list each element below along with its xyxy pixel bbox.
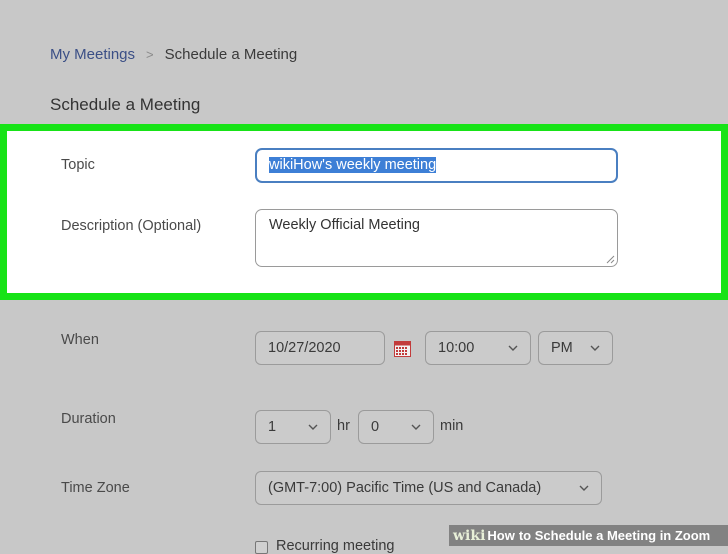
breadcrumb-separator: > [146, 47, 154, 62]
chevron-down-icon [508, 345, 518, 351]
time-value: 10:00 [438, 340, 475, 356]
chevron-down-icon [579, 485, 589, 491]
chevron-down-icon [411, 424, 421, 430]
watermark-brand: wiki [453, 527, 486, 544]
hours-unit-label: hr [337, 418, 350, 434]
duration-minutes-select[interactable]: 0 [358, 410, 434, 444]
breadcrumb: My Meetings > Schedule a Meeting [50, 46, 297, 63]
timezone-select[interactable]: (GMT-7:00) Pacific Time (US and Canada) [255, 471, 602, 505]
resize-grip-icon[interactable] [606, 255, 615, 264]
ampm-value: PM [551, 340, 573, 356]
watermark-text: to Schedule a Meeting in Zoom [518, 528, 711, 543]
recurring-label: Recurring meeting [276, 538, 395, 554]
time-select[interactable]: 10:00 [425, 331, 531, 365]
date-value: 10/27/2020 [268, 340, 341, 356]
timezone-value: (GMT-7:00) Pacific Time (US and Canada) [268, 480, 542, 496]
minutes-unit-label: min [440, 418, 464, 434]
timezone-label: Time Zone [61, 480, 130, 496]
recurring-checkbox[interactable] [255, 541, 268, 554]
duration-hours-value: 1 [268, 419, 277, 435]
page-title: Schedule a Meeting [50, 95, 201, 114]
description-textarea[interactable]: Weekly Official Meeting [255, 209, 618, 267]
topic-input[interactable]: wikiHow's weekly meeting [255, 148, 618, 183]
description-value: Weekly Official Meeting [269, 217, 420, 233]
topic-label: Topic [61, 157, 95, 173]
chevron-down-icon [590, 345, 600, 351]
date-input[interactable]: 10/27/2020 [255, 331, 385, 365]
duration-hours-select[interactable]: 1 [255, 410, 331, 444]
chevron-down-icon [308, 424, 318, 430]
breadcrumb-current: Schedule a Meeting [164, 46, 298, 63]
watermark-banner: wiki How to Schedule a Meeting in Zoom [449, 525, 728, 546]
duration-minutes-value: 0 [371, 419, 380, 435]
breadcrumb-my-meetings-link[interactable]: My Meetings [50, 46, 135, 63]
duration-label: Duration [61, 411, 116, 427]
ampm-select[interactable]: PM [538, 331, 613, 365]
calendar-icon[interactable] [394, 340, 411, 357]
watermark-how: How [487, 528, 515, 543]
topic-input-value: wikiHow's weekly meeting [269, 157, 437, 173]
description-label: Description (Optional) [61, 218, 202, 234]
when-label: When [61, 332, 99, 348]
